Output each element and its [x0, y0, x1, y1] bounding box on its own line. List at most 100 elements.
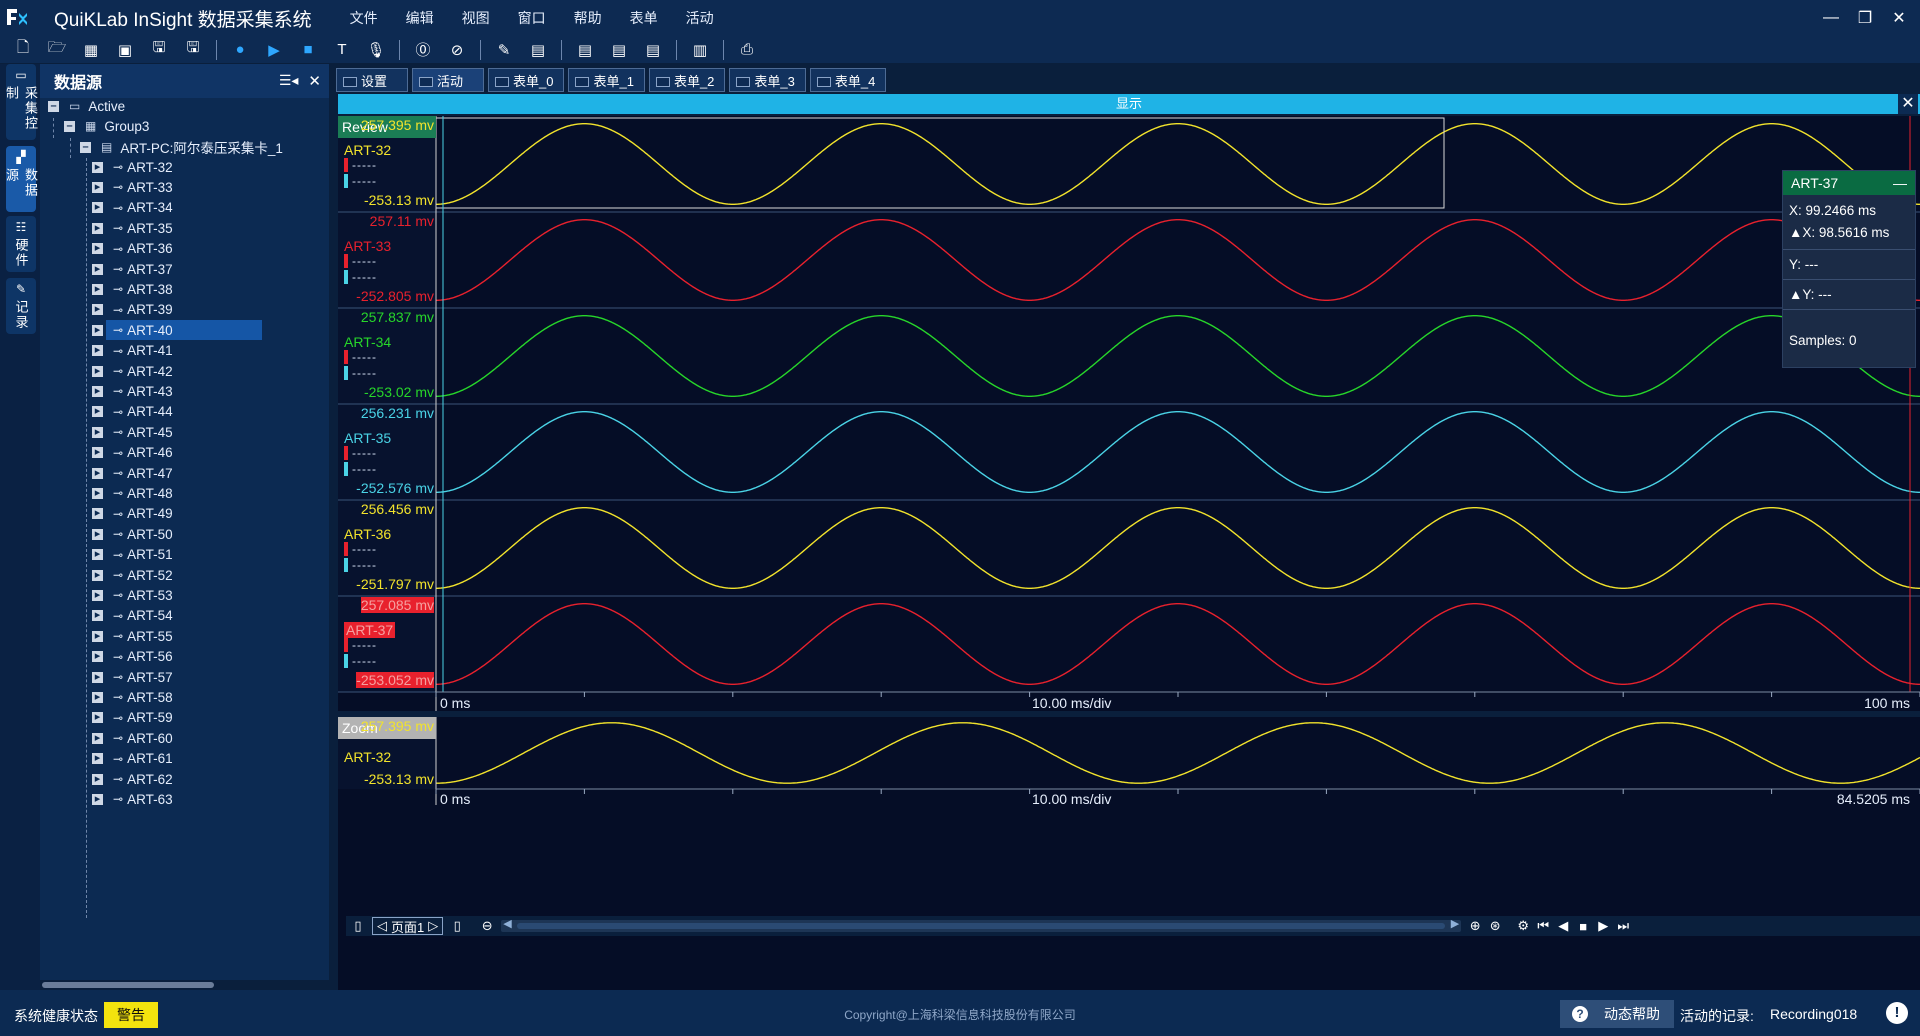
tree-channel-item[interactable]: ▸ ⊸ ART-60 — [92, 728, 173, 748]
tree-channel-item[interactable]: ▸ ⊸ ART-61 — [92, 749, 173, 769]
open-folder-icon[interactable]: 🗁 — [44, 38, 70, 62]
tree-channel-item[interactable]: ▸ ⊸ ART-36 — [92, 239, 173, 259]
calendar-1-icon[interactable]: ▤ — [572, 38, 598, 62]
tree-channel-item[interactable]: ▸ ⊸ ART-63 — [92, 789, 173, 809]
menu-item[interactable]: 视图 — [448, 8, 504, 28]
save-icon[interactable]: 🖫 — [146, 38, 172, 62]
tree-channel-item[interactable]: ▸ ⊸ ART-40 — [92, 320, 173, 340]
tree-channel-item[interactable]: ▸ ⊸ ART-56 — [92, 647, 173, 667]
menu-item[interactable]: 帮助 — [560, 8, 616, 28]
tree-channel-item[interactable]: ▸ ⊸ ART-32 — [92, 157, 173, 177]
expander-icon[interactable]: ▸ — [92, 732, 103, 744]
tab-表单_1[interactable]: 表单_1 — [568, 68, 645, 92]
menu-item[interactable]: 文件 — [336, 8, 392, 28]
skip-end-icon[interactable]: ⏭ — [1613, 917, 1633, 935]
info-icon[interactable]: ! — [1886, 1002, 1908, 1024]
tab-表单_4[interactable]: 表单_4 — [809, 68, 887, 92]
expander-icon[interactable]: ▸ — [92, 283, 103, 295]
expander-icon[interactable]: ▸ — [92, 181, 103, 193]
tree-channel-item[interactable]: ▸ ⊸ ART-45 — [92, 422, 173, 442]
expander-icon[interactable]: ▸ — [92, 447, 103, 459]
tab-活动[interactable]: 活动 — [412, 68, 484, 92]
grid-icon[interactable]: ▦ — [78, 38, 104, 62]
tree-channel-item[interactable]: ▸ ⊸ ART-57 — [92, 667, 173, 687]
expander-icon[interactable]: ▸ — [92, 712, 103, 724]
plot-area[interactable]: 257.395 mv -253.13 mv ART-32 ----- ----- 257.… — [338, 116, 1920, 990]
lane-channel-name[interactable]: ART-33 — [344, 238, 391, 254]
restore-button[interactable]: ❐ — [1848, 3, 1882, 33]
expander-icon[interactable]: ▸ — [92, 793, 103, 805]
tree-channel-item[interactable]: ▸ ⊸ ART-52 — [92, 565, 173, 585]
expander-icon[interactable]: ▸ — [92, 487, 103, 499]
minimize-button[interactable]: — — [1814, 3, 1848, 33]
close-icon[interactable]: ✕ — [308, 72, 321, 90]
expander-icon[interactable]: ▸ — [92, 202, 103, 214]
expander-icon[interactable]: ▸ — [92, 528, 103, 540]
expander-icon[interactable]: ▸ — [92, 161, 103, 173]
prev-page-button[interactable]: ◁ — [377, 918, 387, 934]
waveform-canvas[interactable] — [338, 116, 1920, 916]
zero-icon[interactable]: ⓪ — [410, 38, 436, 62]
zoom-channel-name[interactable]: ART-32 — [344, 749, 391, 765]
tree-channel-item[interactable]: ▸ ⊸ ART-53 — [92, 585, 173, 605]
tree-channel-item[interactable]: ▸ ⊸ ART-54 — [92, 606, 173, 626]
tree-channel-item[interactable]: ▸ ⊸ ART-37 — [92, 259, 173, 279]
calendar-2-icon[interactable]: ▤ — [606, 38, 632, 62]
expander-icon[interactable]: ▸ — [92, 773, 103, 785]
vtab-hardware[interactable]: ☷ 硬件 — [6, 216, 36, 272]
module-icon[interactable]: ▣ — [112, 38, 138, 62]
expander-icon[interactable]: ▸ — [92, 426, 103, 438]
expander-icon[interactable]: ▸ — [92, 651, 103, 663]
menu-item[interactable]: 编辑 — [392, 8, 448, 28]
tree-channel-item[interactable]: ▸ ⊸ ART-47 — [92, 463, 173, 483]
expander-icon[interactable]: ▸ — [92, 610, 103, 622]
new-file-icon[interactable]: 🗋 — [10, 38, 36, 62]
play-icon[interactable]: ▶ — [261, 38, 287, 62]
zoom-in-icon[interactable]: ⊕ — [1465, 917, 1485, 935]
expander-icon[interactable]: – — [80, 141, 91, 153]
mic-icon[interactable]: 🎙 — [363, 38, 389, 62]
record-icon[interactable]: ● — [227, 38, 253, 62]
stop-playback-icon[interactable]: ■ — [1573, 917, 1593, 935]
lane-channel-name[interactable]: ART-36 — [344, 526, 391, 542]
tree-channel-item[interactable]: ▸ ⊸ ART-38 — [92, 279, 173, 299]
tab-表单_3[interactable]: 表单_3 — [729, 68, 806, 92]
save-as-icon[interactable]: 🖫 — [180, 38, 206, 62]
lane-channel-name[interactable]: ART-34 — [344, 334, 391, 350]
lane-channel-name[interactable]: ART-32 — [344, 142, 391, 158]
step-back-icon[interactable]: ◀ — [1553, 917, 1573, 935]
tree-channel-item[interactable]: ▸ ⊸ ART-48 — [92, 483, 173, 503]
menu-item[interactable]: 表单 — [616, 8, 672, 28]
tree-node-device[interactable]: – ▤ ART-PC:阿尔泰压采集卡_1 — [80, 137, 283, 157]
lane-channel-name[interactable]: ART-37 — [344, 622, 396, 638]
time-scrollbar[interactable]: ◀ ▶ — [501, 918, 1462, 932]
vtab-monitor[interactable]: ▭ 采集控制 — [4, 64, 38, 140]
zoom-out-icon[interactable]: ⊖ — [477, 917, 497, 935]
page-selector[interactable]: ◁ 页面1 ▷ — [372, 917, 444, 935]
calendar-3-icon[interactable]: ▤ — [640, 38, 666, 62]
tree-channel-item[interactable]: ▸ ⊸ ART-44 — [92, 402, 173, 422]
expander-icon[interactable]: ▸ — [92, 508, 103, 520]
tree-channel-item[interactable]: ▸ ⊸ ART-55 — [92, 626, 173, 646]
menu-item[interactable]: 活动 — [672, 8, 728, 28]
tab-设置[interactable]: 设置 — [336, 68, 408, 92]
tree-channel-item[interactable]: ▸ ⊸ ART-34 — [92, 198, 173, 218]
expander-icon[interactable]: – — [64, 120, 75, 132]
display-close-button[interactable]: ✕ — [1898, 94, 1918, 114]
expander-icon[interactable]: ▸ — [92, 222, 103, 234]
menu-item[interactable]: 窗口 — [504, 8, 560, 28]
dynamic-help-button[interactable]: ? 动态帮助 — [1560, 1000, 1674, 1028]
tree-channel-item[interactable]: ▸ ⊸ ART-46 — [92, 443, 173, 463]
expander-icon[interactable]: ▸ — [92, 467, 103, 479]
expander-icon[interactable]: ▸ — [92, 243, 103, 255]
next-page-button[interactable]: ▷ — [428, 918, 438, 934]
clear-icon[interactable]: ⊘ — [444, 38, 470, 62]
tree-channel-item[interactable]: ▸ ⊸ ART-39 — [92, 300, 173, 320]
pen-icon[interactable]: ✎ — [491, 38, 517, 62]
expander-icon[interactable]: ▸ — [92, 753, 103, 765]
gear-icon[interactable]: ⚙ — [1513, 917, 1533, 935]
calendar-icon[interactable]: ▤ — [525, 38, 551, 62]
tree-node-group[interactable]: – ▦ Group3 — [64, 116, 149, 136]
close-window-button[interactable]: ✕ — [1882, 3, 1916, 33]
expander-icon[interactable]: ▸ — [92, 589, 103, 601]
